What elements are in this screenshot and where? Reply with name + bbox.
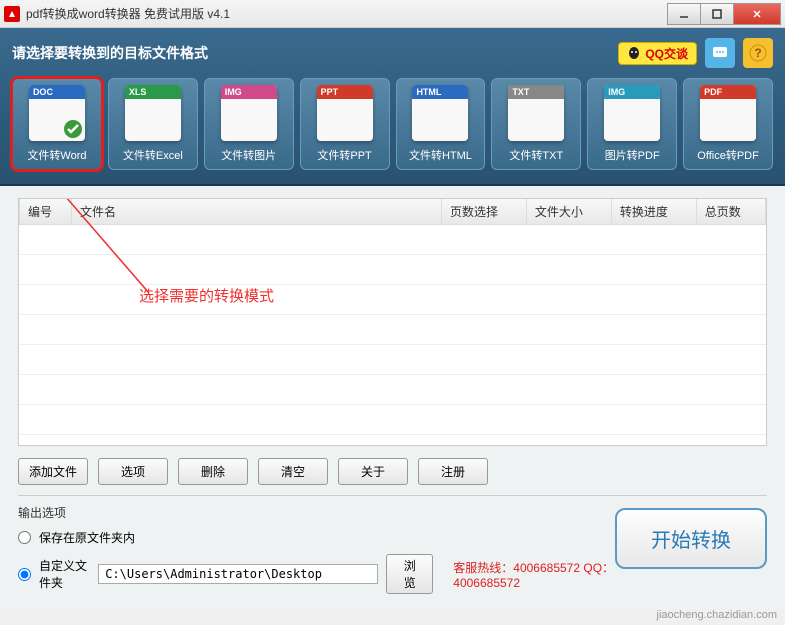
format-selection-panel: 请选择要转换到的目标文件格式 QQ交谈 ? DOC 文件转Word XLS 文件转Ex…	[0, 28, 785, 186]
radio-same-folder[interactable]: 保存在原文件夹内	[18, 529, 615, 546]
format-cards-row: DOC 文件转Word XLS 文件转Excel IMG 文件转图片 PPT 文件转PPT HT…	[12, 78, 773, 170]
output-section: 输出选项 保存在原文件夹内 自定义文件夹 浏览 客服热线：4006685572 …	[18, 495, 767, 602]
clear-button[interactable]: 清空	[258, 458, 328, 485]
format-card-ppt[interactable]: PPT 文件转PPT	[300, 78, 390, 170]
radio-custom-label: 自定义文件夹	[39, 557, 90, 591]
format-card-doc[interactable]: DOC 文件转Word	[12, 78, 102, 170]
about-button[interactable]: 关于	[338, 458, 408, 485]
format-label: 文件转TXT	[496, 147, 576, 163]
col-size[interactable]: 文件大小	[526, 199, 611, 225]
close-button[interactable]	[733, 3, 781, 25]
format-label: 图片转PDF	[592, 147, 672, 163]
maximize-button[interactable]	[700, 3, 734, 25]
format-badge: HTML	[412, 85, 468, 99]
add-file-button[interactable]: 添加文件	[18, 458, 88, 485]
format-badge: PPT	[317, 85, 373, 99]
format-badge: DOC	[29, 85, 85, 99]
format-badge: PDF	[700, 85, 756, 99]
table-row	[20, 225, 766, 255]
col-pages[interactable]: 页数选择	[442, 199, 527, 225]
app-icon	[4, 6, 20, 22]
format-card-html[interactable]: HTML 文件转HTML	[396, 78, 486, 170]
format-label: 文件转图片	[209, 147, 289, 163]
col-index[interactable]: 编号	[20, 199, 72, 225]
format-card-img[interactable]: IMG 图片转PDF	[587, 78, 677, 170]
col-filename[interactable]: 文件名	[72, 199, 442, 225]
format-badge: TXT	[508, 85, 564, 99]
format-label: 文件转PPT	[305, 147, 385, 163]
window-title: pdf转换成word转换器 免费试用版 v4.1	[26, 5, 668, 22]
file-table-container: 编号 文件名 页数选择 文件大小 转换进度 总页数	[18, 198, 767, 446]
qq-label: QQ交谈	[645, 45, 688, 62]
start-convert-button[interactable]: 开始转换	[615, 508, 767, 569]
titlebar: pdf转换成word转换器 免费试用版 v4.1	[0, 0, 785, 28]
browse-button[interactable]: 浏览	[386, 554, 433, 594]
format-card-img[interactable]: IMG 文件转图片	[204, 78, 294, 170]
options-button[interactable]: 选项	[98, 458, 168, 485]
format-badge: XLS	[125, 85, 181, 99]
help-icon[interactable]: ?	[743, 38, 773, 68]
hotline-text: 客服热线：4006685572 QQ：4006685572	[453, 559, 615, 590]
file-table: 编号 文件名 页数选择 文件大小 转换进度 总页数	[19, 199, 766, 435]
table-row	[20, 255, 766, 285]
format-card-pdf[interactable]: PDF Office转PDF	[683, 78, 773, 170]
register-button[interactable]: 注册	[418, 458, 488, 485]
svg-text:?: ?	[754, 46, 761, 60]
radio-same-input[interactable]	[18, 531, 31, 544]
format-label: 文件转Excel	[113, 147, 193, 163]
format-badge: IMG	[221, 85, 277, 99]
radio-custom-input[interactable]	[18, 568, 31, 581]
col-progress[interactable]: 转换进度	[611, 199, 696, 225]
format-card-xls[interactable]: XLS 文件转Excel	[108, 78, 198, 170]
output-title: 输出选项	[18, 504, 615, 521]
format-label: 文件转HTML	[401, 147, 481, 163]
chat-icon[interactable]	[705, 38, 735, 68]
qq-chat-button[interactable]: QQ交谈	[618, 42, 697, 65]
format-label: 文件转Word	[17, 147, 97, 163]
table-row	[20, 315, 766, 345]
table-row	[20, 285, 766, 315]
format-badge: IMG	[604, 85, 660, 99]
format-card-txt[interactable]: TXT 文件转TXT	[491, 78, 581, 170]
radio-custom-folder[interactable]: 自定义文件夹 浏览 客服热线：4006685572 QQ：4006685572	[18, 554, 615, 594]
table-row	[20, 345, 766, 375]
action-buttons: 添加文件 选项 删除 清空 关于 注册	[18, 458, 767, 485]
delete-button[interactable]: 删除	[178, 458, 248, 485]
output-path-input[interactable]	[98, 564, 378, 584]
content-area: 编号 文件名 页数选择 文件大小 转换进度 总页数	[0, 186, 785, 610]
instruction-text: 请选择要转换到的目标文件格式	[12, 43, 618, 63]
watermark-text: jiaocheng.chazidian.com	[657, 609, 777, 621]
format-label: Office转PDF	[688, 147, 768, 163]
table-row	[20, 405, 766, 435]
window-controls	[668, 3, 781, 25]
check-icon	[63, 119, 83, 139]
minimize-button[interactable]	[667, 3, 701, 25]
col-total[interactable]: 总页数	[696, 199, 765, 225]
radio-same-label: 保存在原文件夹内	[39, 529, 135, 546]
table-row	[20, 375, 766, 405]
